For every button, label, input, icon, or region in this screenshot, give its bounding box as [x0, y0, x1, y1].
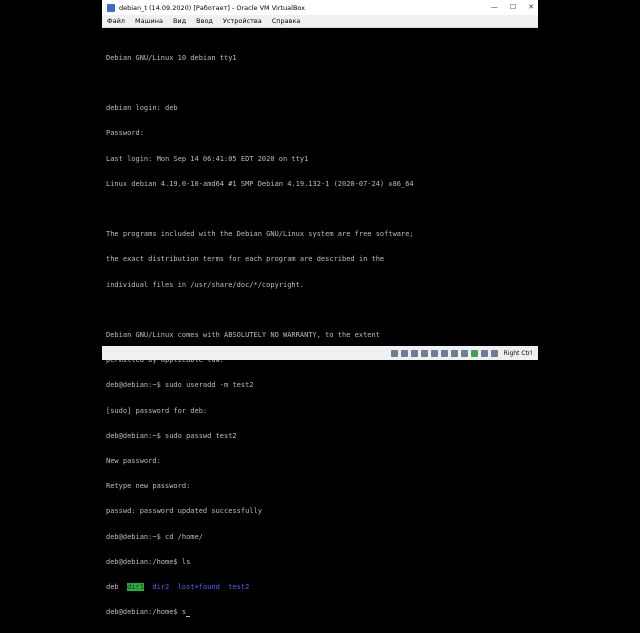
terminal-line: Linux debian 4.19.0-10-amd64 #1 SMP Debi… [106, 179, 414, 188]
terminal-line: Last login: Mon Sep 14 06:41:05 EDT 2020… [106, 154, 309, 163]
recording-icon[interactable] [460, 349, 468, 357]
ls-entry-dir2: dir2 [152, 583, 170, 592]
close-icon[interactable]: ✕ [528, 3, 534, 11]
menu-input[interactable]: Ввод [191, 17, 218, 25]
menu-devices[interactable]: Устройства [218, 17, 267, 25]
ls-entry-dir1: dir1 [127, 583, 144, 592]
menu-view[interactable]: Вид [168, 17, 191, 25]
network-icon[interactable] [420, 349, 428, 357]
terminal-line: deb@debian:~$ cd /home/ [106, 532, 203, 541]
menu-help[interactable]: Справка [267, 17, 306, 25]
terminal-line: passwd: password updated successfully [106, 507, 262, 516]
keyboard-icon[interactable] [490, 349, 498, 357]
ls-entry-lost-found: lost+found [177, 583, 220, 592]
audio-icon[interactable] [410, 349, 418, 357]
menu-machine[interactable]: Машина [130, 17, 168, 25]
terminal-line: deb@debian:~$ sudo passwd test2 [106, 431, 237, 440]
mouse-integration-icon[interactable] [480, 349, 488, 357]
cpu-activity-icon[interactable] [470, 349, 478, 357]
shared-folders-icon[interactable] [440, 349, 448, 357]
terminal-line: Retype new password: [106, 482, 191, 491]
terminal-line: the exact distribution terms for each pr… [106, 255, 385, 264]
terminal-line: [sudo] password for deb: [106, 406, 208, 415]
terminal-line: deb@debian:~$ sudo useradd -m test2 [106, 381, 254, 390]
optical-drive-icon[interactable] [400, 349, 408, 357]
text-cursor [186, 615, 191, 617]
virtualbox-window: debian_t (14.09.2020) [Работает] - Oracl… [102, 0, 538, 617]
terminal-output: Debian GNU/Linux 10 debian tty1 debian l… [106, 37, 414, 633]
minimize-icon[interactable]: — [491, 3, 498, 11]
window-title: debian_t (14.09.2020) [Работает] - Oracl… [119, 3, 306, 12]
window-controls: — ☐ ✕ [491, 3, 534, 11]
current-prompt-line: deb@debian:/home$ s [106, 608, 414, 617]
menu-file[interactable]: Файл [102, 17, 130, 25]
maximize-icon[interactable]: ☐ [510, 3, 516, 11]
ls-output-line: deb dir1 dir2 lost+found test2 [106, 583, 414, 592]
terminal-line: deb@debian:/home$ ls [106, 557, 191, 566]
host-key-label: Right Ctrl [503, 349, 532, 357]
terminal-line: Debian GNU/Linux comes with ABSOLUTELY N… [106, 331, 380, 340]
terminal-line: debian login: deb [106, 104, 178, 113]
virtualbox-icon [107, 3, 115, 12]
status-bar: Right Ctrl [102, 346, 538, 360]
terminal-line: Password: [106, 129, 144, 138]
ls-entry-deb: deb [106, 583, 119, 592]
title-bar[interactable]: debian_t (14.09.2020) [Работает] - Oracl… [102, 0, 538, 15]
terminal-line: New password: [106, 457, 161, 466]
usb-icon[interactable] [430, 349, 438, 357]
display-icon[interactable] [450, 349, 458, 357]
menu-bar: Файл Машина Вид Ввод Устройства Справка [102, 15, 538, 28]
status-icons [390, 349, 498, 357]
terminal-line: Debian GNU/Linux 10 debian tty1 [106, 53, 237, 62]
vm-console[interactable]: Debian GNU/Linux 10 debian tty1 debian l… [102, 28, 538, 617]
terminal-line: individual files in /usr/share/doc/*/cop… [106, 280, 305, 289]
hard-disk-icon[interactable] [390, 349, 398, 357]
ls-entry-test2: test2 [228, 583, 250, 592]
terminal-line: The programs included with the Debian GN… [106, 230, 414, 239]
current-prompt: deb@debian:/home$ s [106, 608, 187, 617]
